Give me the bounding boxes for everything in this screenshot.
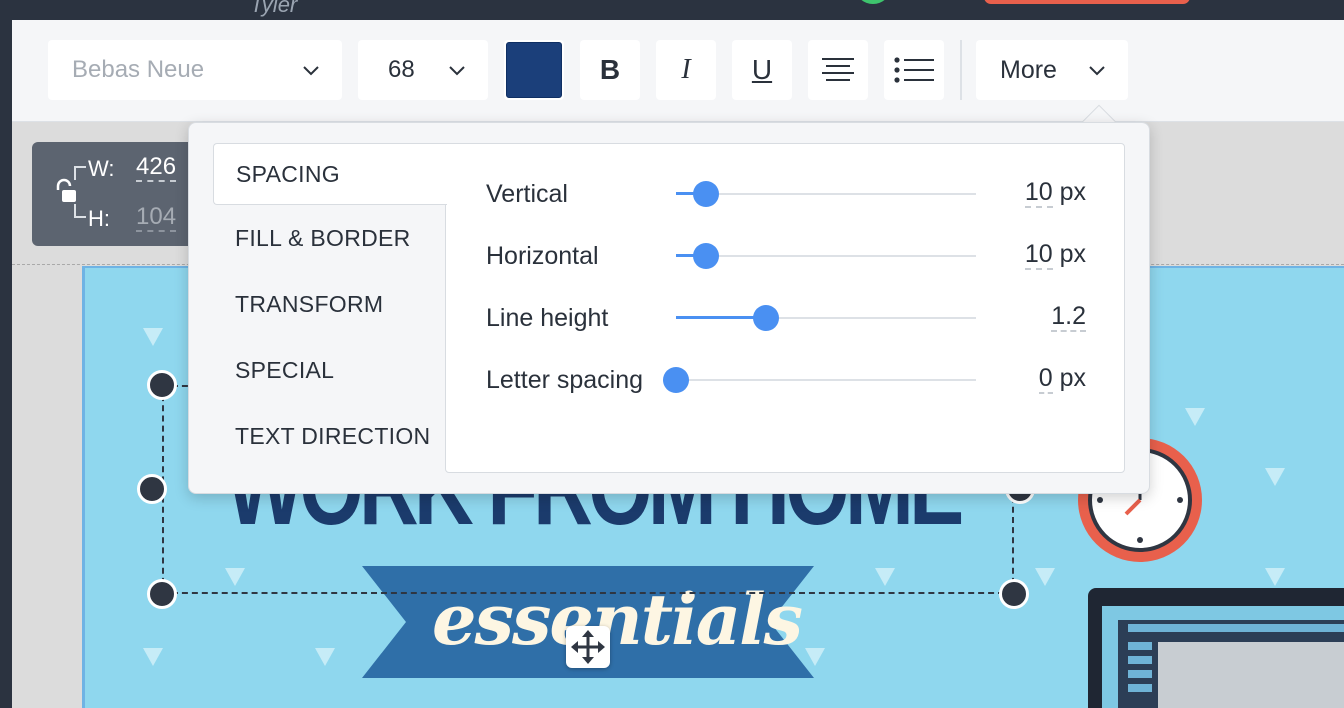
pattern-arrow xyxy=(315,648,335,666)
resize-handle-top-left[interactable] xyxy=(147,370,177,400)
resize-handle-bottom-right[interactable] xyxy=(999,579,1029,609)
font-family-select[interactable]: Bebas Neue xyxy=(48,40,342,100)
font-family-value: Bebas Neue xyxy=(72,56,205,83)
left-edge xyxy=(0,20,12,708)
slider-track[interactable] xyxy=(676,193,976,195)
action-button[interactable] xyxy=(984,0,1190,4)
slider-value[interactable]: 10 px xyxy=(1024,178,1086,208)
text-toolbar: Bebas Neue 68 B I U More xyxy=(12,20,1344,122)
width-label: W: xyxy=(88,156,115,181)
slider-knob[interactable] xyxy=(693,243,719,269)
pattern-arrow xyxy=(143,648,163,666)
chevron-down-icon xyxy=(303,66,319,76)
resize-handle-left[interactable] xyxy=(137,474,167,504)
toolbar-divider xyxy=(960,40,962,100)
tab-spacing[interactable]: SPACING xyxy=(213,143,447,205)
pattern-arrow xyxy=(1265,468,1285,486)
bold-button[interactable]: B xyxy=(580,40,640,100)
user-name: Tyler xyxy=(250,0,298,17)
spacing-row-line-height: Line height 1.2 xyxy=(446,298,1126,338)
font-size-value: 68 xyxy=(388,56,415,83)
popover-arrow xyxy=(1080,100,1116,122)
slider-value[interactable]: 0 px xyxy=(1038,364,1086,394)
window-row xyxy=(1128,656,1152,664)
window-row xyxy=(1128,670,1152,678)
unlock-icon[interactable] xyxy=(54,178,80,206)
aspect-bracket xyxy=(74,204,86,218)
slider-label: Line height xyxy=(486,304,609,332)
height-label: H: xyxy=(88,206,110,231)
text-color-swatch xyxy=(506,42,562,98)
pattern-arrow xyxy=(1185,408,1205,426)
slider-label: Letter spacing xyxy=(486,366,644,394)
slider-label: Vertical xyxy=(486,180,568,208)
window-row xyxy=(1128,624,1344,632)
dimensions-panel: W: 426 H: 104 xyxy=(32,142,202,246)
underline-button[interactable]: U xyxy=(732,40,792,100)
slider-unit: px xyxy=(1059,364,1086,392)
height-input[interactable]: 104 xyxy=(136,204,177,232)
status-indicator xyxy=(856,0,890,4)
spacing-row-vertical: Vertical 10 px xyxy=(446,174,1126,214)
spacing-row-letter-spacing: Letter spacing 0 px xyxy=(446,360,1126,400)
slider-knob[interactable] xyxy=(693,181,719,207)
pattern-arrow xyxy=(143,328,163,346)
spacing-row-horizontal: Horizontal 10 px xyxy=(446,236,1126,276)
tab-special[interactable]: SPECIAL xyxy=(213,337,447,403)
slider-number: 10 xyxy=(1024,178,1053,208)
align-center-button[interactable] xyxy=(808,40,868,100)
italic-button[interactable]: I xyxy=(656,40,716,100)
slider-number: 10 xyxy=(1024,240,1053,270)
more-dropdown[interactable]: More xyxy=(976,40,1128,100)
align-center-icon xyxy=(822,58,854,81)
window-row xyxy=(1128,642,1152,650)
font-size-select[interactable]: 68 xyxy=(358,40,488,100)
text-options-popover: SPACING FILL & BORDER TRANSFORM SPECIAL … xyxy=(188,122,1150,494)
width-input[interactable]: 426 xyxy=(136,154,177,182)
tab-text-direction[interactable]: TEXT DIRECTION xyxy=(213,403,447,469)
spacing-panel: Vertical 10 px Horizontal 10 px Line hei… xyxy=(445,143,1125,473)
text-color-picker[interactable] xyxy=(504,40,564,100)
chevron-down-icon xyxy=(449,66,465,76)
move-icon xyxy=(571,630,605,664)
pattern-arrow xyxy=(1265,568,1285,586)
slider-knob[interactable] xyxy=(753,305,779,331)
slider-track[interactable] xyxy=(676,255,976,257)
chevron-down-icon xyxy=(1089,66,1105,76)
tab-fill-border[interactable]: FILL & BORDER xyxy=(213,205,447,271)
slider-unit: px xyxy=(1059,240,1086,268)
slider-value[interactable]: 10 px xyxy=(1024,240,1086,270)
laptop-illustration xyxy=(1088,588,1344,708)
window-row xyxy=(1128,684,1152,692)
move-handle[interactable] xyxy=(566,626,610,668)
laptop-window xyxy=(1118,620,1344,708)
slider-value[interactable]: 1.2 xyxy=(1051,302,1086,332)
bullet-list-button[interactable] xyxy=(884,40,944,100)
resize-handle-bottom-left[interactable] xyxy=(147,579,177,609)
slider-number: 0 xyxy=(1038,364,1053,394)
popover-tabs: SPACING FILL & BORDER TRANSFORM SPECIAL … xyxy=(213,143,447,469)
top-bar: Tyler xyxy=(0,0,1344,20)
slider-unit: px xyxy=(1059,178,1086,206)
slider-number: 1.2 xyxy=(1051,302,1086,332)
bullet-list-icon xyxy=(894,57,934,83)
slider-label: Horizontal xyxy=(486,242,599,270)
tab-transform[interactable]: TRANSFORM xyxy=(213,271,447,337)
window-content xyxy=(1158,642,1344,708)
pattern-arrow xyxy=(1035,568,1055,586)
slider-knob[interactable] xyxy=(663,367,689,393)
more-label: More xyxy=(1000,55,1057,84)
slider-track[interactable] xyxy=(676,379,976,381)
